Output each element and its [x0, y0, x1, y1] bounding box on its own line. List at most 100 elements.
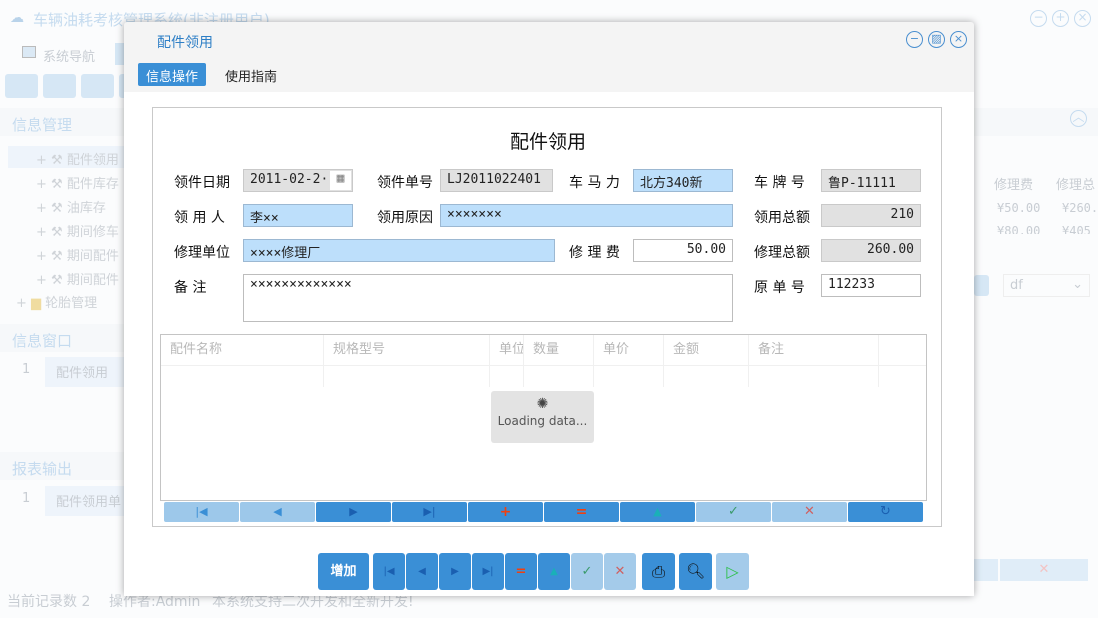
column-header[interactable]: 配件名称 — [161, 335, 324, 365]
folder-icon: ▆ — [31, 296, 41, 311]
panel-info-mgmt-header[interactable]: 信息管理 — [0, 108, 124, 136]
tree-item[interactable]: + ⚒ 期间配件 — [36, 245, 119, 264]
repair-total-label: 修理总额 — [754, 242, 810, 262]
tab-info-operation[interactable]: 信息操作 — [138, 63, 206, 86]
reason-label: 领用原因 — [377, 207, 433, 227]
cancel-button[interactable]: ✕ — [1000, 559, 1088, 581]
edit-button[interactable]: ▲ — [538, 553, 570, 590]
grid-cancel-icon[interactable]: ✕ — [772, 502, 847, 522]
tree-folder[interactable]: + ▆ 轮胎管理 — [16, 292, 97, 311]
parts-grid: 配件名称 规格型号 单位 数量 单价 金额 备注 ✺ Loading data.… — [160, 334, 927, 501]
doc-no-field[interactable]: LJ2011022401 — [440, 169, 553, 192]
status-records: 当前记录数 2 — [7, 591, 90, 611]
tree-item[interactable]: + ⚒ 油库存 — [36, 197, 106, 216]
nav-tab[interactable]: 系统导航 — [43, 46, 95, 65]
tree-item[interactable]: + ⚒ 期间修车 — [36, 221, 119, 240]
bottom-button[interactable] — [974, 559, 998, 581]
collapse-icon[interactable]: ︿ — [1070, 110, 1087, 127]
remark-textarea[interactable]: ××××××××××××× — [243, 274, 733, 322]
calendar-icon[interactable]: ▦ — [330, 171, 351, 190]
toolbar-button[interactable] — [43, 74, 76, 98]
info-window-item[interactable]: 配件领用 — [45, 357, 124, 387]
table-cell: ¥260. — [1062, 201, 1098, 215]
loading-indicator: ✺ Loading data... — [491, 391, 594, 443]
column-header: 修理费 — [994, 174, 1033, 193]
orig-no-label: 原 单 号 — [754, 277, 805, 297]
column-header[interactable]: 单价 — [594, 335, 664, 365]
date-label: 领件日期 — [174, 172, 230, 192]
date-field[interactable]: 2011-02-2·▦ — [243, 169, 353, 192]
close-icon[interactable]: × — [950, 31, 967, 48]
cancel-button[interactable]: ✕ — [604, 553, 636, 590]
document-button[interactable] — [81, 74, 114, 98]
dialog-content: 配件领用 领件日期 2011-02-2·▦ 领件单号 LJ2011022401 … — [124, 92, 974, 596]
column-header[interactable]: 规格型号 — [324, 335, 490, 365]
nav-icon — [22, 46, 36, 58]
tree-item[interactable]: + ⚒ 期间配件 — [36, 269, 119, 288]
panel-report-header[interactable]: 报表输出 — [0, 452, 124, 480]
grid-refresh-icon[interactable]: ↻ — [848, 502, 923, 522]
print-preview-button[interactable]: 🔍︎ — [679, 553, 712, 590]
receiver-label: 领 用 人 — [174, 207, 225, 227]
prev-record-button[interactable]: ◀ — [406, 553, 438, 590]
run-button[interactable]: ▷ — [716, 553, 749, 590]
grid-last-button[interactable]: ▶| — [392, 502, 467, 522]
grid-delete-button[interactable]: = — [544, 502, 619, 522]
tree-item[interactable]: + ⚒ 配件领用 — [36, 149, 119, 168]
column-header[interactable]: 单位 — [490, 335, 524, 365]
table-cell: ¥80.00 — [997, 224, 1040, 234]
table-cell: ¥50.00 — [997, 201, 1040, 215]
plate-field[interactable]: 鲁P-11111 — [821, 169, 921, 192]
report-item[interactable]: 配件领用单 — [45, 486, 124, 516]
form-title: 配件领用 — [153, 127, 943, 154]
grid-add-button[interactable]: + — [468, 502, 543, 522]
parts-requisition-dialog: 配件领用 − ▨ × 信息操作 使用指南 配件领用 领件日期 2011-02-2… — [124, 22, 974, 596]
print-button[interactable]: ⎙ — [642, 553, 675, 590]
app-logo-icon: ☁ — [10, 10, 24, 26]
tree-item[interactable]: + ⚒ 配件库存 — [36, 173, 119, 192]
horsepower-field[interactable]: 北方340新 — [633, 169, 733, 192]
grid-edit-button[interactable]: ▲ — [620, 502, 695, 522]
select-value: df — [1010, 278, 1023, 293]
query-button[interactable] — [974, 275, 989, 296]
close-icon[interactable]: × — [1074, 10, 1091, 27]
grid-save-icon[interactable]: ✓ — [696, 502, 771, 522]
repair-unit-label: 修理单位 — [174, 242, 230, 262]
column-header[interactable]: 备注 — [749, 335, 879, 365]
maximize-icon[interactable]: + — [1052, 10, 1069, 27]
minimize-icon[interactable]: − — [1030, 10, 1047, 27]
panel-info-window-header[interactable]: 信息窗口 — [0, 324, 124, 352]
next-record-button[interactable]: ▶ — [439, 553, 471, 590]
tab-user-guide[interactable]: 使用指南 — [217, 63, 285, 86]
form-panel: 配件领用 领件日期 2011-02-2·▦ 领件单号 LJ2011022401 … — [152, 107, 942, 527]
grid-first-button[interactable]: |◀ — [164, 502, 239, 522]
doc-no-label: 领件单号 — [377, 172, 433, 192]
first-record-button[interactable]: |◀ — [373, 553, 405, 590]
reason-field[interactable]: ××××××× — [440, 204, 733, 227]
repair-total-field[interactable]: 260.00 — [821, 239, 921, 262]
search-button[interactable] — [5, 74, 38, 98]
grid-prev-button[interactable]: ◀ — [240, 502, 315, 522]
repair-unit-field[interactable]: ××××修理厂 — [243, 239, 555, 262]
column-header[interactable]: 金额 — [664, 335, 749, 365]
total-receive-label: 领用总额 — [754, 207, 810, 227]
remark-label: 备 注 — [174, 277, 206, 297]
orig-no-field[interactable]: 112233 — [821, 274, 921, 297]
restore-icon[interactable]: ▨ — [928, 31, 945, 48]
minimize-icon[interactable]: − — [906, 31, 923, 48]
repair-fee-field[interactable]: 50.00 — [633, 239, 733, 262]
date-value: 2011-02-2· — [250, 172, 328, 187]
last-record-button[interactable]: ▶| — [472, 553, 504, 590]
add-button[interactable]: 增加 — [318, 553, 369, 590]
plate-label: 车 牌 号 — [754, 172, 805, 192]
column-header[interactable]: 数量 — [524, 335, 594, 365]
save-button[interactable]: ✓ — [571, 553, 603, 590]
repair-fee-label: 修 理 费 — [569, 242, 620, 262]
delete-button[interactable]: = — [505, 553, 537, 590]
row-number: 1 — [22, 491, 30, 506]
receiver-field[interactable]: 李×× — [243, 204, 353, 227]
grid-next-button[interactable]: ▶ — [316, 502, 391, 522]
row-number: 1 — [22, 362, 30, 377]
total-receive-field[interactable]: 210 — [821, 204, 921, 227]
select[interactable]: df⌄ — [1003, 274, 1090, 297]
